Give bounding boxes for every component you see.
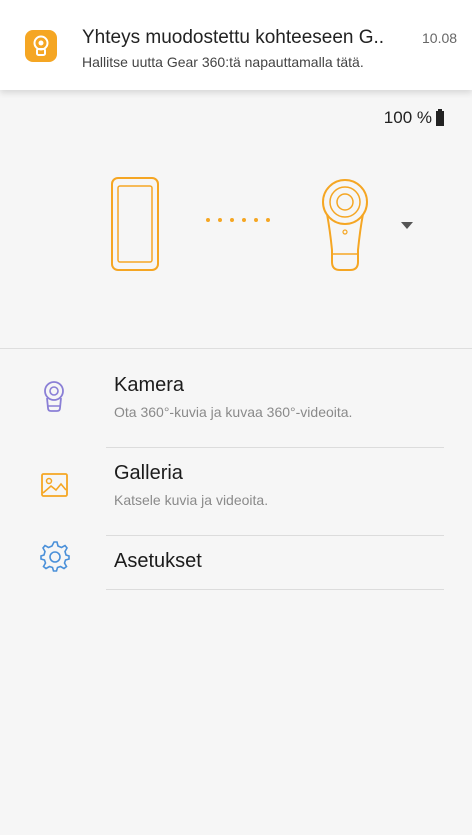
connection-diagram	[0, 150, 472, 330]
notification-time: 10.08	[422, 30, 458, 46]
battery-icon	[436, 108, 444, 126]
battery-status: 100 %	[384, 108, 444, 128]
menu-item-title: Kamera	[114, 374, 185, 396]
phone-icon	[111, 177, 159, 271]
battery-level: 100 %	[383, 108, 432, 127]
gallery-icon	[38, 468, 70, 500]
notification-title: Yhteys muodostettu kohteeseen G..	[82, 27, 385, 48]
menu-item-camera[interactable]: Kamera Ota 360°-kuvia ja kuvaa 360°-vide…	[0, 360, 472, 448]
menu-item-title: Galleria	[114, 462, 183, 484]
camera-icon	[38, 380, 70, 412]
menu-separator	[106, 589, 444, 590]
divider	[0, 348, 472, 349]
menu-item-settings[interactable]: Asetukset	[0, 536, 472, 590]
settings-icon	[38, 540, 70, 572]
menu-item-description: Katsele kuvia ja videoita.	[114, 492, 269, 508]
connection-dots	[206, 218, 270, 222]
menu-item-gallery[interactable]: Galleria Katsele kuvia ja videoita.	[0, 448, 472, 536]
menu-item-description: Ota 360°-kuvia ja kuvaa 360°-videoita.	[114, 404, 353, 420]
notification-subtitle: Hallitse uutta Gear 360:tä napauttamalla…	[82, 54, 364, 70]
notification-banner[interactable]: Yhteys muodostettu kohteeseen G.. 10.08 …	[0, 0, 472, 90]
device-dropdown-icon[interactable]	[401, 222, 413, 229]
gear360-app-icon	[25, 30, 57, 62]
menu-item-title: Asetukset	[114, 550, 202, 572]
gear360-camera-icon	[322, 179, 368, 271]
